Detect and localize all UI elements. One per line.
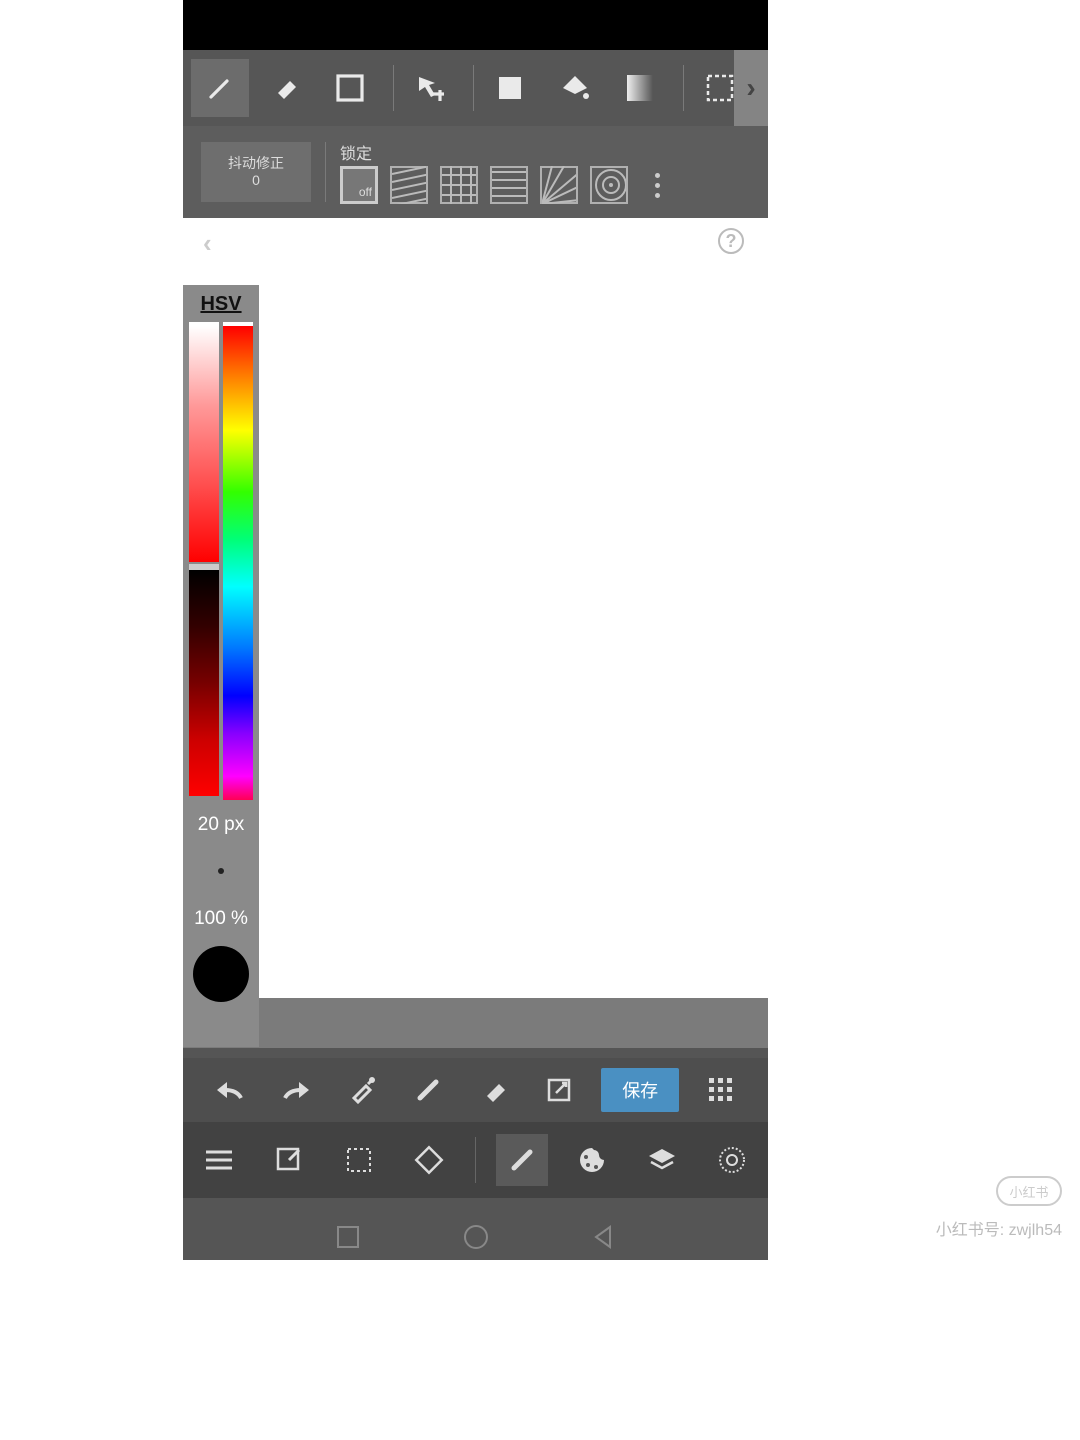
toolbar-separator: [393, 65, 394, 111]
lock-radial-circle[interactable]: [590, 166, 628, 204]
system-recent[interactable]: [334, 1223, 362, 1251]
status-bar: [183, 0, 768, 50]
rotate-button[interactable]: [403, 1134, 455, 1186]
lock-grid[interactable]: [440, 166, 478, 204]
back-chevron[interactable]: ‹: [203, 228, 212, 259]
jitter-correction-button[interactable]: 抖动修正 0: [201, 142, 311, 202]
lock-radial-lines[interactable]: [540, 166, 578, 204]
color-mode-label[interactable]: HSV: [200, 293, 241, 316]
brush-button[interactable]: [404, 1066, 452, 1114]
undo-button[interactable]: [206, 1066, 254, 1114]
brush-nav[interactable]: [496, 1134, 548, 1186]
brush-tool[interactable]: [191, 59, 249, 117]
bucket-tool[interactable]: [546, 59, 604, 117]
saturation-slider[interactable]: [189, 322, 219, 562]
fill-tool[interactable]: [481, 59, 539, 117]
menu-button[interactable]: [193, 1134, 245, 1186]
toolbar-scroll-right[interactable]: ›: [734, 50, 768, 126]
action-bar: 保存: [183, 1058, 768, 1122]
brush-size-label[interactable]: 20 px: [198, 814, 244, 836]
brush-preview-dot: [218, 868, 224, 874]
value-slider[interactable]: [189, 564, 219, 796]
options-separator: [325, 142, 326, 202]
color-panel: HSV 20 px 100 %: [183, 285, 259, 1047]
help-button[interactable]: ?: [718, 228, 744, 254]
move-tool[interactable]: [401, 59, 459, 117]
jitter-label: 抖动修正: [228, 155, 284, 172]
lock-label: 锁定: [340, 140, 670, 164]
gradient-tool[interactable]: [611, 59, 669, 117]
lock-off-button[interactable]: off: [340, 166, 378, 204]
watermark-text: 小红书号: zwjlh54: [936, 1216, 1062, 1240]
more-options[interactable]: [644, 173, 670, 198]
tool-options-bar: 抖动修正 0 锁定 off: [183, 126, 768, 218]
lock-horizontal[interactable]: [490, 166, 528, 204]
fullscreen-button[interactable]: [535, 1066, 583, 1114]
system-nav: [183, 1210, 768, 1264]
opacity-label[interactable]: 100 %: [194, 908, 248, 930]
nav-separator: [475, 1137, 476, 1183]
shape-tool[interactable]: [321, 59, 379, 117]
grid-menu-button[interactable]: [697, 1066, 745, 1114]
hue-slider[interactable]: [223, 322, 253, 800]
toolbar-separator: [473, 65, 474, 111]
eraser-tool[interactable]: [256, 59, 314, 117]
app-frame: › 抖动修正 0 锁定 off ‹ ? HSV: [183, 0, 768, 1260]
save-button[interactable]: 保存: [601, 1068, 679, 1112]
chevron-right-icon: ›: [746, 72, 755, 104]
lock-pattern-1[interactable]: [390, 166, 428, 204]
bottom-nav: [183, 1122, 768, 1198]
edit-button[interactable]: [263, 1134, 315, 1186]
canvas[interactable]: [183, 218, 768, 998]
watermark-pill: 小红书: [996, 1176, 1062, 1206]
tool-toolbar: [183, 50, 768, 126]
current-color-swatch[interactable]: [193, 946, 249, 1002]
system-back[interactable]: [590, 1223, 618, 1251]
redo-button[interactable]: [272, 1066, 320, 1114]
selection-nav[interactable]: [333, 1134, 385, 1186]
palette-nav[interactable]: [566, 1134, 618, 1186]
layers-nav[interactable]: [636, 1134, 688, 1186]
settings-nav[interactable]: [706, 1134, 758, 1186]
jitter-value: 0: [252, 172, 260, 189]
toolbar-separator: [683, 65, 684, 111]
eraser-button[interactable]: [469, 1066, 517, 1114]
canvas-footer: [183, 998, 768, 1048]
eyedropper-button[interactable]: [338, 1066, 386, 1114]
system-home[interactable]: [462, 1223, 490, 1251]
